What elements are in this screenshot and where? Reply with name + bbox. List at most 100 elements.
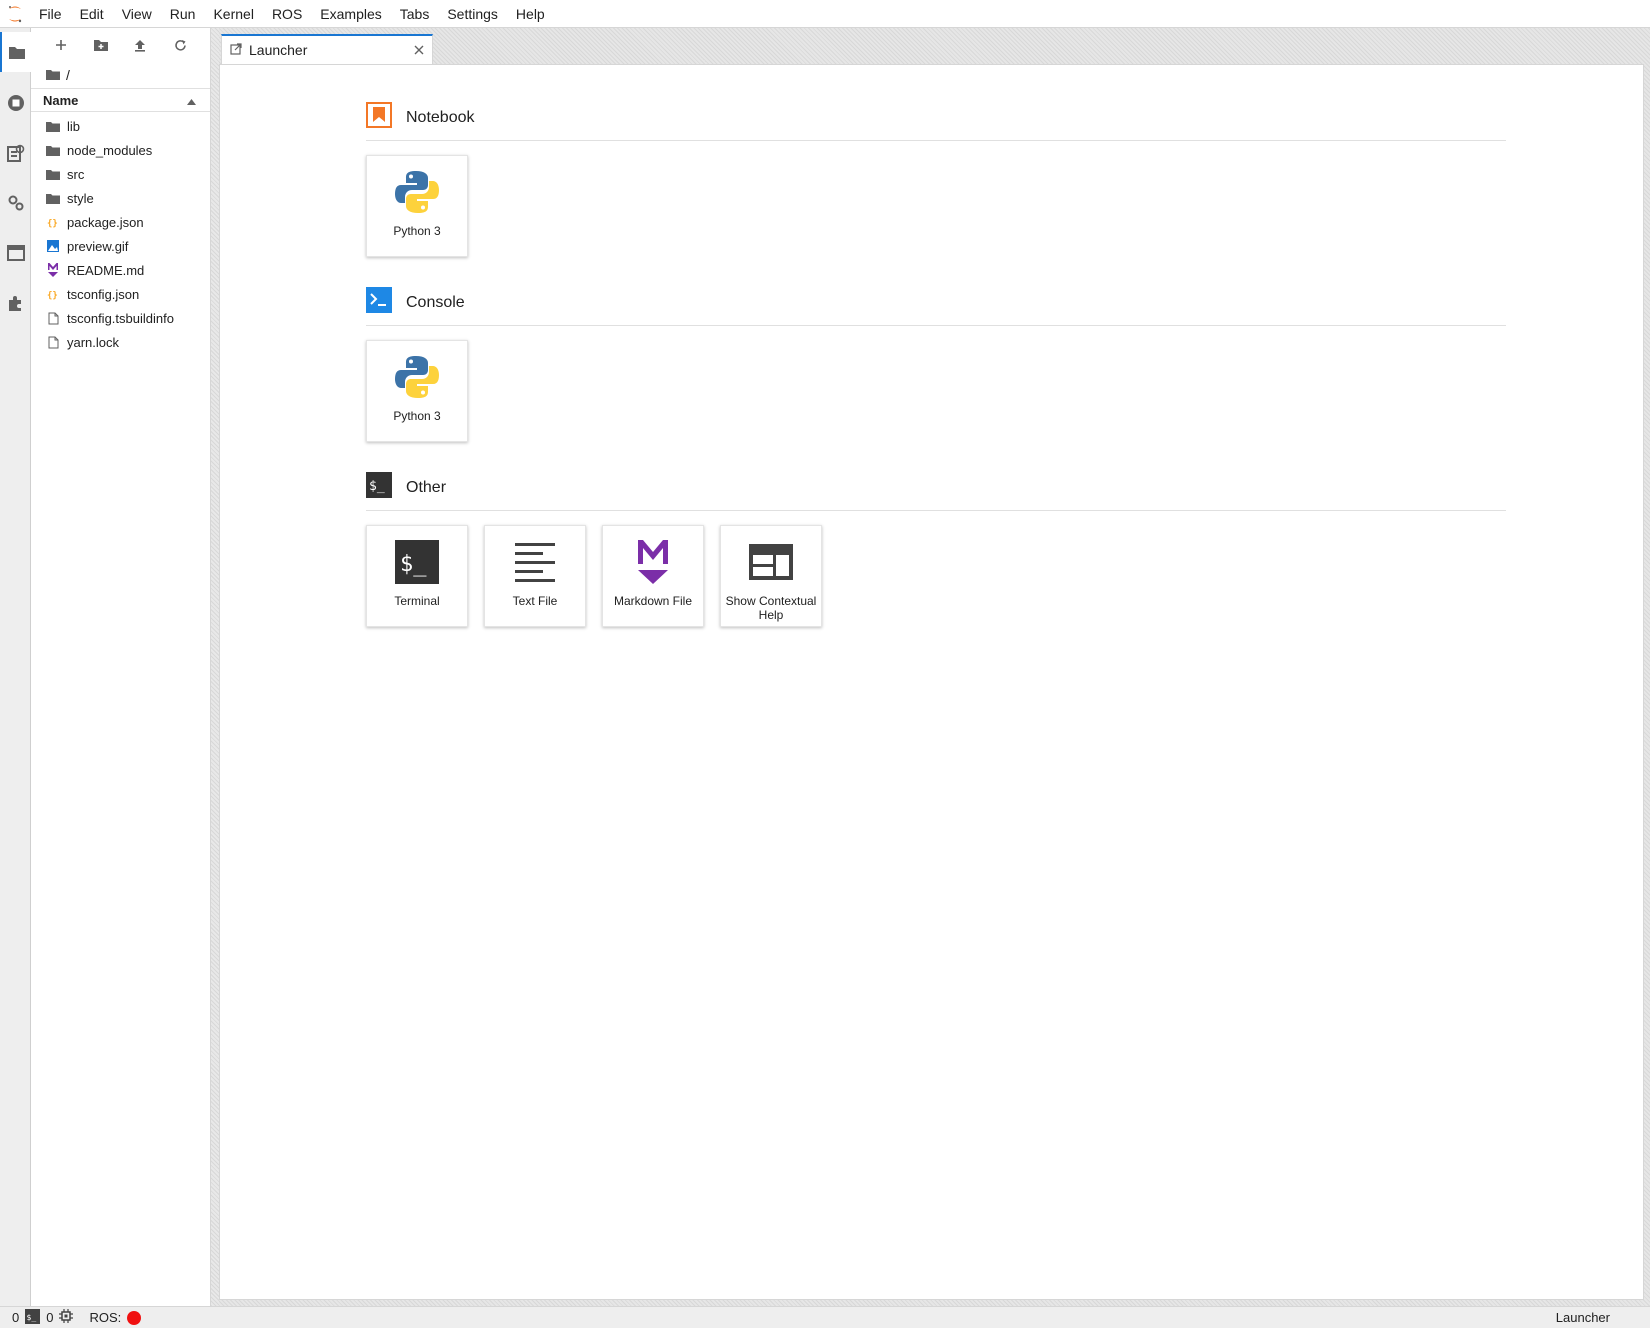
contextual-help-icon	[745, 536, 797, 588]
terminal-icon: $_	[391, 536, 443, 588]
file-list-item[interactable]: yarn.lock	[31, 330, 210, 354]
folder-icon	[46, 191, 60, 205]
menu-file[interactable]: File	[30, 0, 71, 28]
file-name: tsconfig.json	[67, 286, 140, 302]
file-list-item[interactable]: README.md	[31, 258, 210, 282]
extension-manager-icon[interactable]	[0, 283, 31, 323]
notebook-python3-card[interactable]: Python 3	[366, 155, 468, 257]
file-list-item[interactable]: {} package.json	[31, 210, 210, 234]
file-list-item[interactable]: preview.gif	[31, 234, 210, 258]
close-icon[interactable]	[414, 42, 424, 58]
menu-examples[interactable]: Examples	[311, 0, 390, 28]
activity-bar	[0, 28, 31, 1306]
console-section-title: Console	[406, 293, 465, 311]
menu-settings[interactable]: Settings	[438, 0, 507, 28]
file-list-header[interactable]: Name	[31, 88, 210, 112]
file-name: style	[67, 190, 94, 206]
file-list-item[interactable]: node_modules	[31, 138, 210, 162]
svg-text:$_: $_	[369, 479, 385, 494]
new-folder-button[interactable]	[88, 32, 114, 58]
markdown-icon	[627, 536, 679, 588]
card-label: Python 3	[393, 224, 441, 238]
other-section-header: $_ Other	[366, 471, 1506, 511]
json-file-icon: {}	[46, 215, 60, 229]
refresh-button[interactable]	[167, 32, 193, 58]
json-file-icon: {}	[46, 287, 60, 301]
console-python3-card[interactable]: Python 3	[366, 340, 468, 442]
file-name: node_modules	[67, 142, 153, 158]
file-list-item[interactable]: style	[31, 186, 210, 210]
folder-icon	[46, 119, 60, 133]
breadcrumb: /	[31, 62, 210, 88]
python-logo-icon	[391, 351, 443, 403]
name-column-header[interactable]: Name	[43, 93, 78, 108]
property-inspector-icon[interactable]	[0, 133, 31, 173]
file-browser-tab-icon[interactable]	[0, 32, 31, 72]
card-label: Markdown File	[613, 594, 693, 608]
card-label: Python 3	[393, 409, 441, 423]
notebook-section-title: Notebook	[406, 108, 475, 126]
ros-status-item[interactable]: ROS:	[89, 1310, 142, 1325]
svg-text:$_: $_	[27, 1313, 37, 1322]
menu-edit[interactable]: Edit	[71, 0, 113, 28]
upload-button[interactable]	[127, 32, 153, 58]
console-section: Console Python 3	[366, 286, 1506, 442]
terminal-icon: $_	[25, 1308, 41, 1327]
file-name: lib	[67, 118, 81, 134]
svg-text:{}: {}	[47, 219, 58, 228]
file-name: src	[67, 166, 85, 182]
file-name: README.md	[67, 262, 145, 278]
menu-tabs[interactable]: Tabs	[391, 0, 439, 28]
tabs-list-icon[interactable]	[0, 233, 31, 273]
markdown-file-card[interactable]: Markdown File	[602, 525, 704, 627]
image-file-icon	[46, 239, 60, 253]
file-list-item[interactable]: lib	[31, 114, 210, 138]
new-launcher-button[interactable]	[48, 32, 74, 58]
breadcrumb-root[interactable]: /	[66, 67, 70, 83]
text-file-icon	[509, 536, 561, 588]
file-list-item[interactable]: src	[31, 162, 210, 186]
running-kernels-item[interactable]: 0 $_ 0	[12, 1308, 74, 1327]
markdown-file-icon	[46, 263, 60, 277]
tab-bar: Launcher	[219, 28, 1650, 64]
home-folder-icon[interactable]	[46, 67, 60, 83]
jupyter-logo-icon	[0, 0, 30, 28]
menu-help[interactable]: Help	[507, 0, 554, 28]
text-file-card[interactable]: Text File	[484, 525, 586, 627]
ros-status-indicator	[127, 1310, 142, 1325]
menu-ros[interactable]: ROS	[263, 0, 311, 28]
other-section: $_ Other $_ Terminal Text File Markdown …	[366, 471, 1506, 627]
panel-splitter[interactable]	[211, 28, 219, 1306]
contextual-help-card[interactable]: Show Contextual Help	[720, 525, 822, 627]
menu-kernel[interactable]: Kernel	[204, 0, 262, 28]
terminal-card[interactable]: $_ Terminal	[366, 525, 468, 627]
sort-ascending-icon	[187, 93, 196, 108]
terminal-count: 0	[46, 1310, 54, 1325]
file-name: yarn.lock	[67, 334, 120, 350]
file-list-item[interactable]: {} tsconfig.json	[31, 282, 210, 306]
menubar: File Edit View Run Kernel ROS Examples T…	[0, 0, 1650, 28]
launcher-tab-icon	[230, 42, 242, 58]
file-list-item[interactable]: tsconfig.tsbuildinfo	[31, 306, 210, 330]
notebook-icon	[366, 102, 392, 133]
other-section-title: Other	[406, 478, 447, 496]
settings-gears-icon[interactable]	[0, 183, 31, 223]
card-label: Show Contextual Help	[725, 594, 817, 622]
terminal-section-icon: $_	[366, 472, 392, 503]
running-sessions-icon[interactable]	[0, 83, 31, 123]
active-document-label: Launcher	[1555, 1310, 1610, 1325]
folder-icon	[46, 167, 60, 181]
menu-view[interactable]: View	[113, 0, 161, 28]
card-label: Terminal	[394, 594, 440, 608]
card-label: Text File	[512, 594, 558, 608]
menu-run[interactable]: Run	[161, 0, 205, 28]
python-logo-icon	[391, 166, 443, 218]
cpu-chip-icon	[59, 1309, 74, 1326]
svg-text:{}: {}	[47, 291, 58, 300]
notebook-section-header: Notebook	[366, 101, 1506, 141]
tab-launcher[interactable]: Launcher	[221, 34, 433, 64]
notebook-section: Notebook Python 3	[366, 101, 1506, 257]
file-list: lib node_modulessrc style {} package.json pre…	[31, 112, 210, 354]
ros-label: ROS:	[89, 1310, 122, 1325]
file-name: tsconfig.tsbuildinfo	[67, 310, 174, 326]
